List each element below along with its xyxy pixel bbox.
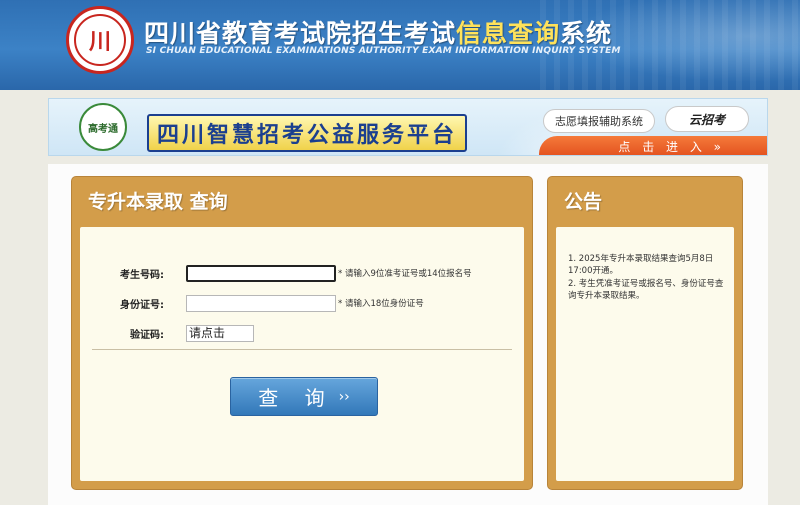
id-no-input[interactable] — [186, 294, 336, 312]
enter-label: 点 击 进 入 — [618, 140, 706, 154]
notice-item: 1. 2025年专升本录取结果查询5月8日17:00开通。 — [568, 254, 714, 276]
captcha-field[interactable]: 请点击 — [186, 324, 254, 342]
notice-body: 1. 2025年专升本录取结果查询5月8日17:00开通。 2. 考生凭准考证号… — [556, 227, 734, 481]
site-title-main: 四川省教育考试院招生考试 — [144, 19, 457, 48]
site-header: 川 四川省教育考试院招生考试信息查询系统 SI CHUAN EDUCATIONA… — [0, 0, 800, 90]
notice-panel-title: 公告 — [564, 190, 603, 213]
volunteer-system-button[interactable]: 志愿填报辅助系统 — [543, 109, 655, 133]
query-panel-title: 专升本录取 查询 — [88, 190, 228, 213]
smart-exam-banner[interactable]: 高考通 四川智慧招考公益服务平台 志愿填报辅助系统 云招考 点 击 进 入 » — [48, 98, 768, 156]
query-button[interactable]: 查 询 ›› — [230, 377, 378, 416]
id-no-row: 身份证号: * 请输入18位身份证号 — [80, 293, 524, 313]
notice-item: 2. 考生凭准考证号或报名号、身份证号查询专升本录取结果。 — [568, 279, 724, 301]
logo-emblem-icon: 川 — [74, 14, 126, 66]
double-chevron-right-icon: ›› — [338, 388, 350, 405]
exam-no-label: 考生号码: — [120, 269, 164, 281]
exam-no-hint: * 请输入9位准考证号或14位报名号 — [338, 269, 472, 279]
query-button-label: 查 询 — [258, 386, 335, 410]
site-title-tail: 系统 — [560, 19, 613, 48]
notice-panel: 公告 1. 2025年专升本录取结果查询5月8日17:00开通。 2. 考生凭准… — [547, 176, 743, 490]
exam-authority-logo: 川 — [66, 6, 134, 74]
notice-list: 1. 2025年专升本录取结果查询5月8日17:00开通。 2. 考生凭准考证号… — [568, 253, 726, 303]
id-no-label: 身份证号: — [120, 299, 164, 311]
captcha-row: 验证码: 请点击 — [80, 323, 524, 343]
query-panel: 专升本录取 查询 考生号码: * 请输入9位准考证号或14位报名号 身份证号: … — [71, 176, 533, 490]
site-subtitle: SI CHUAN EDUCATIONAL EXAMINATIONS AUTHOR… — [146, 46, 621, 56]
query-form: 考生号码: * 请输入9位准考证号或14位报名号 身份证号: * 请输入18位身… — [80, 227, 524, 481]
form-divider — [92, 349, 512, 350]
double-chevron-right-icon: » — [713, 139, 725, 154]
enter-button[interactable]: 点 击 进 入 » — [539, 136, 767, 155]
gaokaotong-logo: 高考通 — [79, 103, 127, 151]
exam-no-row: 考生号码: * 请输入9位准考证号或14位报名号 — [80, 263, 524, 283]
id-no-hint: * 请输入18位身份证号 — [338, 299, 424, 309]
site-title-highlight: 信息查询 — [456, 19, 561, 48]
site-title: 四川省教育考试院招生考试信息查询系统 — [144, 14, 612, 50]
exam-no-input[interactable] — [186, 264, 336, 282]
banner-title: 四川智慧招考公益服务平台 — [147, 114, 468, 152]
captcha-label: 验证码: — [130, 329, 164, 341]
yunzhaokao-button[interactable]: 云招考 — [665, 106, 749, 132]
